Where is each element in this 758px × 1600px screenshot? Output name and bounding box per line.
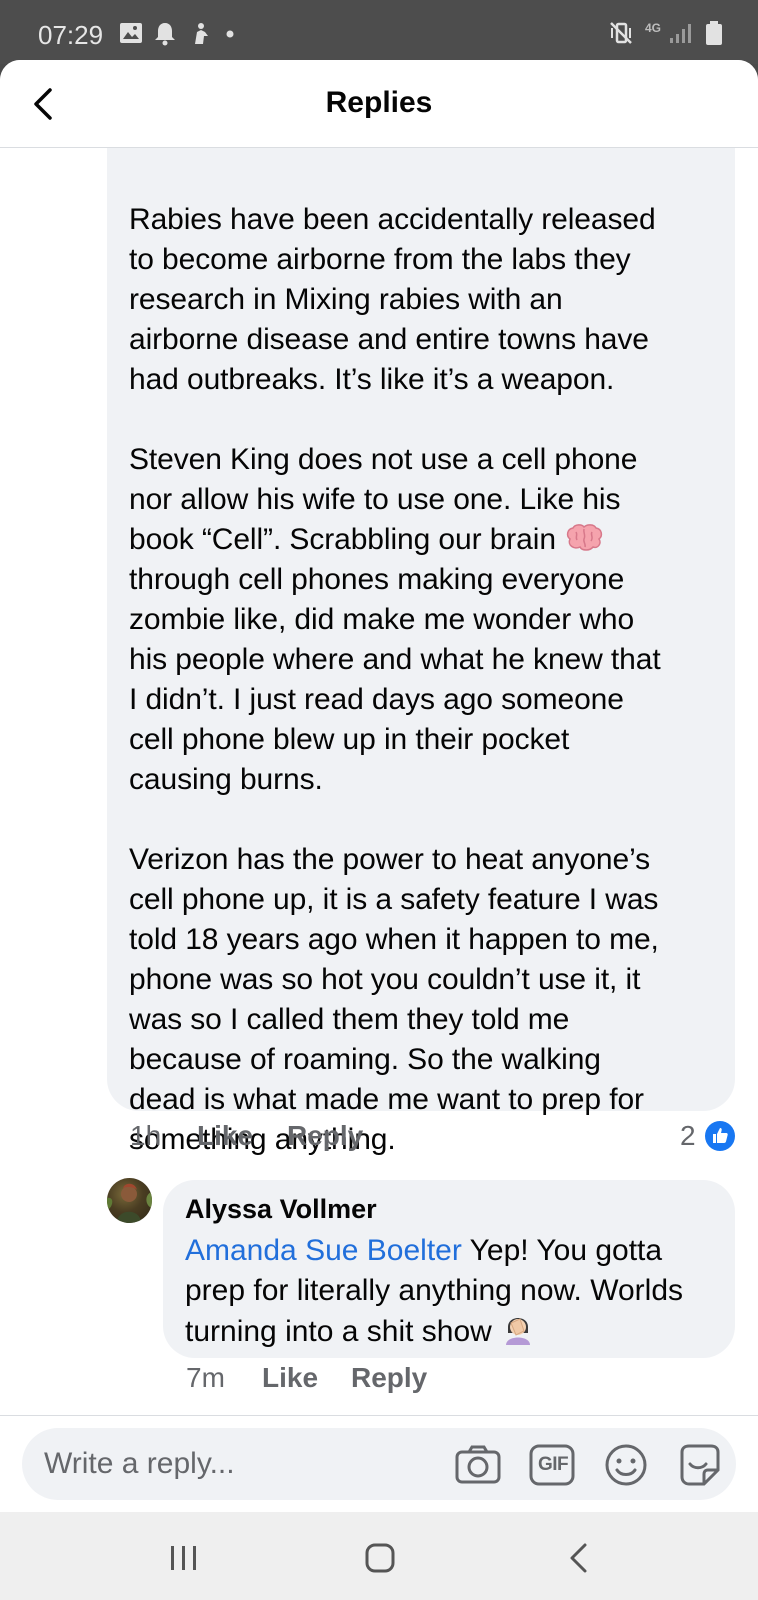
network-type-label: 4G [645,21,662,35]
status-time: 07:29 [38,20,104,50]
avatar-photo [107,1183,152,1223]
replies-sheet: Rabies have been accidentally released t… [0,60,758,1512]
image-icon [120,23,142,43]
back-icon[interactable] [560,1538,600,1578]
bell-icon [155,23,175,46]
gif-label: GIF [538,1454,569,1475]
battery-icon [706,21,722,45]
reply-reply-button[interactable]: Reply [351,1362,427,1402]
page-title: Replies [325,86,433,119]
dot-icon [226,30,234,38]
camera-icon[interactable] [454,1442,502,1488]
thumbs-up-icon[interactable] [704,1120,736,1152]
signal-icon [670,24,691,43]
like-button[interactable]: Like [197,1120,253,1160]
reply-text: Amanda Sue Boelter Yep! You gotta prep f… [185,1231,713,1352]
recents-icon[interactable] [164,1538,204,1578]
reply-like-button[interactable]: Like [262,1362,318,1402]
comment-paragraph-3: Verizon has the power to heat anyone’s c… [129,843,659,1156]
mute-vibrate-icon [610,22,632,44]
reply-author-name[interactable]: Alyssa Vollmer [185,1194,713,1225]
avatar[interactable] [107,1178,152,1223]
reply-input[interactable] [44,1446,424,1482]
parent-comment-bubble[interactable]: Rabies have been accidentally released t… [107,100,735,1156]
composer-bar: GIF [0,1415,758,1512]
comment-paragraph-2: Steven King does not use a cell phone no… [129,440,709,800]
header: Replies [0,60,758,148]
reply-timestamp[interactable]: 7m [186,1362,225,1402]
brain-icon [567,524,603,551]
comment-paragraph-2-lead: Steven King does not use a cell phone no… [129,443,638,556]
status-bar: 07:29 4G [0,0,758,64]
composer[interactable]: GIF [22,1428,736,1500]
emoji-icon[interactable] [602,1442,650,1488]
reaction-count[interactable]: 2 [680,1120,696,1152]
comment-paragraph-2-rest: through cell phones making everyone zomb… [129,563,661,796]
home-icon[interactable] [360,1538,400,1578]
navigation-bar [0,1512,758,1600]
mention-link[interactable]: Amanda Sue Boelter [185,1234,462,1267]
sticker-icon[interactable] [676,1442,724,1488]
facepalm-icon [506,1318,531,1345]
gesture-icon [195,23,208,44]
reply-comment-bubble[interactable]: Alyssa Vollmer Amanda Sue Boelter Yep! Y… [163,1180,735,1358]
comment-timestamp[interactable]: 1h [130,1120,161,1160]
comment-paragraph-1: Rabies have been accidentally released t… [129,203,656,396]
reply-button[interactable]: Reply [287,1120,363,1160]
